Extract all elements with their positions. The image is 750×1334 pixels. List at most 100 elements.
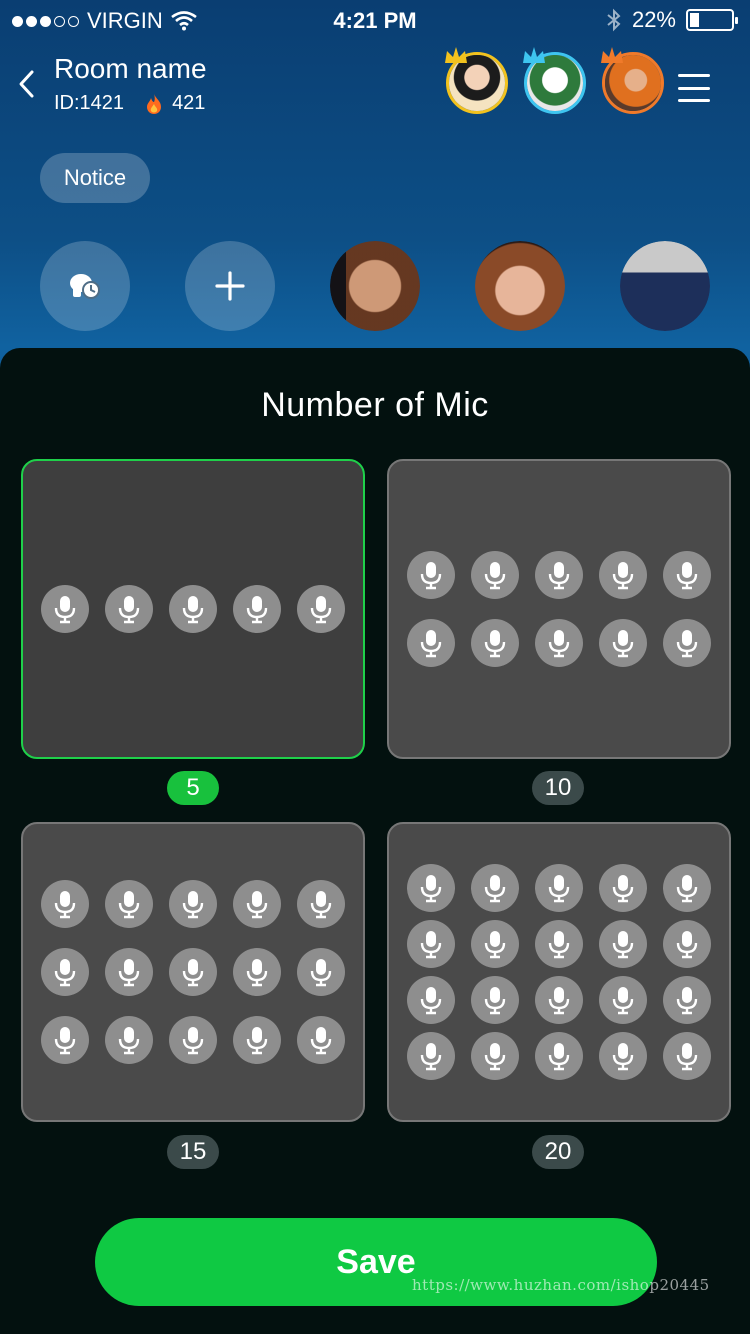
seat-add[interactable] — [185, 241, 275, 331]
microphone-icon — [471, 551, 519, 599]
mic-row — [407, 976, 711, 1024]
fire-icon — [147, 93, 162, 114]
microphone-icon — [407, 551, 455, 599]
microphone-icon — [471, 864, 519, 912]
microphone-icon — [535, 920, 583, 968]
microphone-icon — [407, 1032, 455, 1080]
microphone-icon — [407, 920, 455, 968]
seat-user[interactable] — [620, 241, 710, 331]
seat-user[interactable] — [475, 241, 565, 331]
microphone-icon — [41, 880, 89, 928]
mic-option-15[interactable] — [21, 822, 365, 1122]
mic-count-badge: 10 — [532, 771, 584, 805]
microphone-icon — [169, 880, 217, 928]
microphone-icon — [41, 1016, 89, 1064]
battery-fill — [690, 13, 699, 27]
microphone-icon — [535, 551, 583, 599]
mic-row — [407, 1032, 711, 1080]
microphone-icon — [663, 864, 711, 912]
microphone-icon — [535, 864, 583, 912]
microphone-icon — [407, 976, 455, 1024]
notice-button[interactable]: Notice — [40, 153, 150, 203]
microphone-icon — [233, 585, 281, 633]
mic-row — [407, 551, 711, 599]
microphone-icon — [599, 619, 647, 667]
seat-user[interactable] — [330, 241, 420, 331]
microphone-icon — [663, 551, 711, 599]
crown-icon — [601, 47, 623, 63]
menu-line — [678, 74, 710, 77]
sheet-title: Number of Mic — [261, 386, 489, 424]
microphone-icon — [471, 619, 519, 667]
back-button[interactable] — [14, 66, 44, 102]
microphone-icon — [407, 864, 455, 912]
mic-option-20[interactable] — [387, 822, 731, 1122]
microphone-icon — [297, 880, 345, 928]
seat-host-clock[interactable] — [40, 241, 130, 331]
battery-icon — [686, 9, 738, 31]
mic-count-badge: 15 — [167, 1135, 219, 1169]
microphone-icon — [535, 619, 583, 667]
microphone-icon — [535, 1032, 583, 1080]
menu-line — [678, 86, 710, 90]
microphone-icon — [233, 1016, 281, 1064]
mic-option-5[interactable] — [21, 459, 365, 759]
status-right: 22% — [606, 7, 738, 33]
avatar — [620, 241, 710, 331]
room-meta: ID:1421 421 — [54, 92, 205, 115]
plus-icon — [215, 271, 245, 301]
crown-icon — [445, 47, 467, 63]
microphone-icon — [105, 880, 153, 928]
top-avatar[interactable] — [601, 47, 664, 114]
mic-count-badge: 20 — [532, 1135, 584, 1169]
microphone-icon — [297, 948, 345, 996]
mic-row — [41, 948, 345, 996]
mic-row — [407, 619, 711, 667]
avatar — [475, 241, 565, 331]
menu-line — [678, 99, 710, 102]
popularity-count: 421 — [172, 92, 206, 114]
avatar — [330, 241, 420, 331]
mic-count-badge: 5 — [167, 771, 219, 805]
microphone-icon — [297, 585, 345, 633]
microphone-icon — [663, 1032, 711, 1080]
microphone-icon — [471, 920, 519, 968]
microphone-icon — [599, 864, 647, 912]
microphone-icon — [471, 1032, 519, 1080]
microphone-icon — [41, 948, 89, 996]
menu-button[interactable] — [678, 74, 710, 102]
battery-percent: 22% — [631, 7, 676, 32]
mic-row — [41, 1016, 345, 1064]
microphone-icon — [41, 585, 89, 633]
watermark-text: https://www.huzhan.com/ishop20445 — [412, 1276, 710, 1294]
microphone-icon — [407, 619, 455, 667]
status-bar: VIRGIN 4:21 PM 22% — [0, 0, 750, 40]
microphone-icon — [535, 976, 583, 1024]
mic-row — [41, 880, 345, 928]
room-id: ID:1421 — [54, 92, 125, 114]
microphone-icon — [105, 585, 153, 633]
mic-row — [407, 864, 711, 912]
mic-number-sheet: Number of Mic 5 10 15 20 Save https://ww… — [0, 348, 750, 1334]
top-avatar[interactable] — [445, 47, 508, 114]
microphone-icon — [233, 948, 281, 996]
microphone-icon — [169, 948, 217, 996]
microphone-icon — [297, 1016, 345, 1064]
microphone-icon — [663, 976, 711, 1024]
mic-option-10[interactable] — [387, 459, 731, 759]
microphone-icon — [169, 585, 217, 633]
bluetooth-icon — [607, 8, 621, 32]
top-avatar[interactable] — [523, 47, 586, 114]
mic-row — [407, 920, 711, 968]
microphone-icon — [105, 1016, 153, 1064]
microphone-icon — [599, 920, 647, 968]
host-clock-icon — [70, 274, 100, 299]
microphone-icon — [663, 920, 711, 968]
seat-row — [40, 241, 710, 331]
microphone-icon — [169, 1016, 217, 1064]
top-contributors — [445, 47, 664, 114]
microphone-icon — [105, 948, 153, 996]
crown-icon — [523, 47, 545, 63]
microphone-icon — [599, 976, 647, 1024]
microphone-icon — [663, 619, 711, 667]
